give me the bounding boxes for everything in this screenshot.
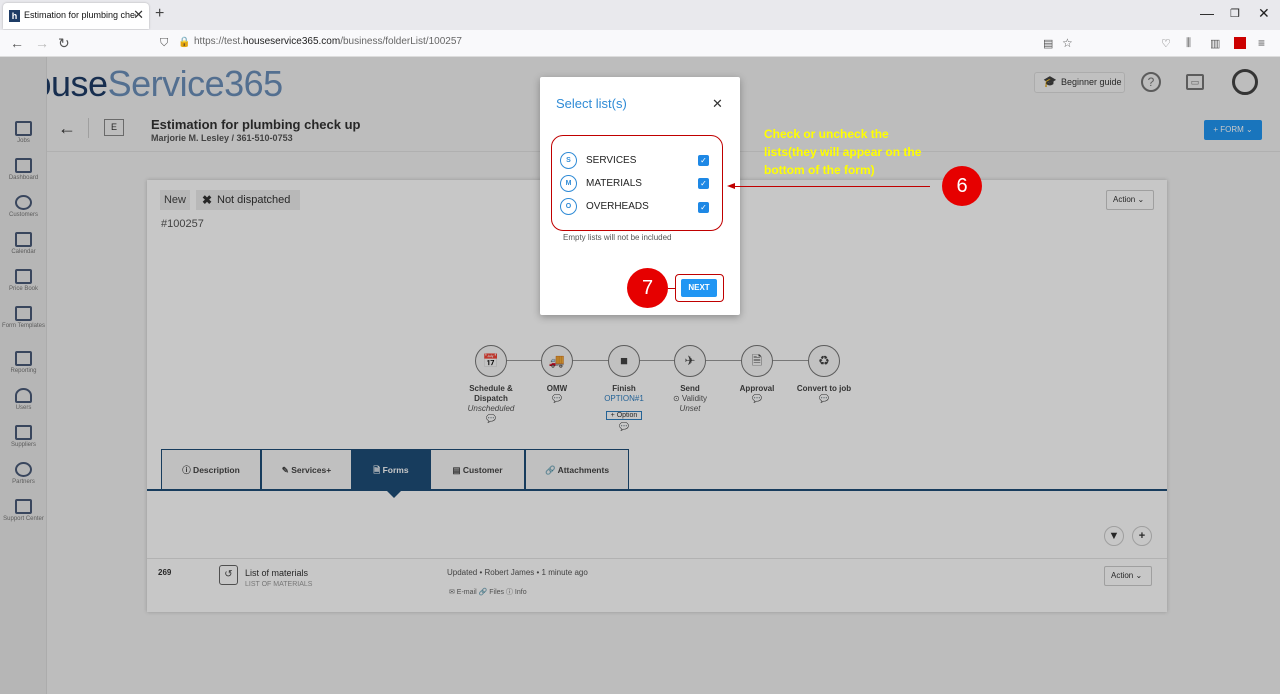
restore-icon[interactable]: ❐	[1230, 7, 1240, 20]
menu-icon[interactable]: ≡	[1258, 36, 1265, 50]
annotation-connector	[668, 288, 676, 289]
back-icon[interactable]: ←	[10, 35, 24, 51]
modal-title: Select list(s)	[556, 96, 627, 111]
close-window-icon[interactable]: ✕	[1258, 5, 1270, 22]
forward-icon[interactable]: →	[35, 35, 49, 51]
extension-icon[interactable]	[1234, 37, 1246, 49]
url-bar[interactable]: https://test.houseservice365.com/busines…	[194, 36, 462, 47]
favicon-icon: h	[9, 10, 20, 22]
annotation-arrow	[734, 186, 930, 187]
new-tab-button[interactable]: +	[155, 5, 164, 23]
library-icon[interactable]: ⫼	[1186, 37, 1191, 50]
tab-close-icon[interactable]: ✕	[133, 7, 144, 23]
browser-nav-bar	[0, 30, 1280, 57]
browser-tab[interactable]: h Estimation for plumbing check ✕	[3, 3, 149, 29]
lock-icon: 🔒	[178, 37, 191, 48]
star-icon[interactable]: ☆	[1062, 36, 1073, 50]
annotation-highlight-next	[675, 274, 724, 302]
annotation-step-6: 6	[942, 166, 982, 206]
shield-icon[interactable]: ⛉	[160, 37, 168, 50]
close-icon[interactable]: ✕	[712, 96, 723, 112]
browser-tab-bar	[0, 0, 1280, 30]
annotation-callout: Check or uncheck the lists(they will app…	[764, 127, 922, 177]
sidebar-toggle-icon[interactable]: ▥	[1210, 37, 1220, 50]
empty-lists-note: Empty lists will not be included	[563, 233, 672, 242]
reader-icon[interactable]: ▤	[1043, 37, 1053, 50]
reload-icon[interactable]: ↻	[58, 35, 70, 52]
minimize-icon[interactable]: —	[1200, 5, 1214, 21]
tab-title: Estimation for plumbing check	[24, 10, 136, 20]
annotation-highlight-lists	[551, 135, 723, 231]
pocket-icon[interactable]: ♡	[1161, 37, 1171, 50]
annotation-step-7: 7	[627, 268, 668, 308]
annotation-arrowhead-icon	[727, 183, 735, 189]
